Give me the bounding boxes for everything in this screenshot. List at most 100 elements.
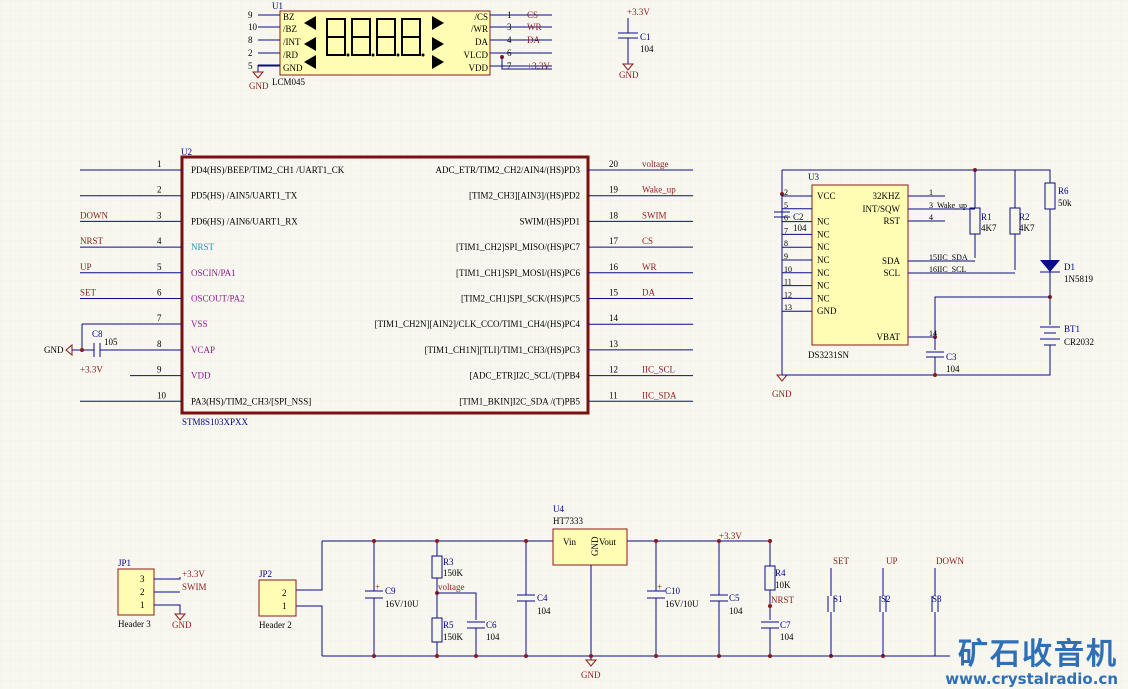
u2-pin-name: [TIM2_CH3][AIN3]/(HS)PD2	[469, 191, 580, 201]
svg-text:+: +	[657, 582, 662, 592]
s1-ref: S1	[833, 594, 843, 604]
u2-pin-num: 1	[157, 159, 162, 169]
jp1-net-gnd: GND	[172, 620, 192, 630]
u3-net-label: Wake_up	[937, 201, 967, 210]
c1-vcc-label: +3.3V	[627, 7, 650, 17]
c4-value: 104	[537, 606, 551, 616]
c2-ref: C2	[793, 212, 804, 222]
u2-pin-name: [TIM1_BKIN]I2C_SDA /(T)PB5	[459, 396, 580, 406]
u2-pin-name: [TIM2_CH1]SPI_SCK/(HS)PC5	[461, 294, 581, 304]
c1-ref: C1	[640, 32, 651, 42]
u3-pin-name: NC	[817, 293, 830, 303]
u1-pin-name: GND	[283, 63, 303, 73]
u2-pin-num: 10	[157, 390, 167, 400]
s3-ref: S3	[932, 594, 942, 604]
u3-net-label: IIC_SCL	[937, 265, 966, 274]
u1-pin-name: /CS	[474, 12, 488, 22]
u3-pin-name: NC	[817, 217, 830, 227]
up-net-label: UP	[886, 556, 898, 566]
jp1-net-swim: SWIM	[182, 582, 207, 592]
d1-value: 1N5819	[1064, 274, 1093, 284]
watermark: 矿石收音机 www.crystalradio.cn	[945, 637, 1118, 688]
u3-gnd-label: GND	[772, 389, 792, 399]
u3-pin-num: 13	[784, 303, 792, 312]
u2-pin-num: 9	[157, 365, 162, 375]
u2-pin-name: PD5(HS) /AIN5/UART1_TX	[191, 191, 298, 201]
c1-value: 104	[640, 44, 654, 54]
r6-ref: R6	[1058, 186, 1069, 196]
u2-pin-name: VCAP	[191, 345, 215, 355]
down-net-label: DOWN	[936, 556, 964, 566]
u3-pin-num: 5	[784, 201, 788, 210]
u3-pin-num: 9	[784, 252, 788, 261]
r3-ref: R3	[443, 557, 454, 567]
r5-ref: R5	[443, 620, 454, 630]
u2-net-label: voltage	[642, 159, 669, 169]
u2-pin-num: 19	[609, 185, 619, 195]
c3-ref: C3	[946, 352, 957, 362]
u3-pin-name: SCL	[883, 268, 900, 278]
r6-value: 50k	[1058, 198, 1072, 208]
u2-pin-name: VDD	[191, 371, 211, 381]
u1-pin-num: 2	[248, 48, 253, 58]
u3-pin-name: RST	[883, 216, 900, 226]
u3-pin-name: NC	[817, 281, 830, 291]
c3-value: 104	[946, 364, 960, 374]
u2-net-label: IIC_SDA	[642, 390, 677, 400]
r2-value: 4K7	[1019, 223, 1035, 233]
set-net-label: SET	[833, 556, 850, 566]
jp1-pin-1: 1	[140, 600, 145, 610]
u2-pin-name: [TIM1_CH2]SPI_MISO/(HS)PC7	[456, 242, 581, 252]
watermark-cn: 矿石收音机	[958, 637, 1118, 672]
jp2-pin-1: 1	[282, 601, 287, 611]
u1-pin-name: BZ	[283, 12, 295, 22]
u3-pin-num: 3	[929, 201, 933, 210]
r1-ref: R1	[981, 212, 992, 222]
u2-net-label: CS	[642, 236, 653, 246]
svg-text:+: +	[375, 582, 380, 592]
u2-net-label: WR	[642, 262, 657, 272]
u3-pin-name: NC	[817, 242, 830, 252]
u2-value: STM8S103XPXX	[182, 417, 249, 427]
u1-pin-num: 3	[507, 22, 512, 32]
u2-pin-name: NRST	[191, 242, 215, 252]
u2-net-label: SET	[80, 288, 97, 298]
u2-pin-num: 11	[609, 390, 618, 400]
u4-ref: U4	[553, 504, 564, 514]
u4-pin-vin: Vin	[563, 537, 576, 547]
u2-pin-name: PD4(HS)/BEEP/TIM2_CH1 /UART1_CK	[191, 165, 345, 175]
u3-pin-name: INT/SQW	[863, 204, 901, 214]
c9-value: 16V/10U	[385, 599, 419, 609]
u4-gnd-label: GND	[581, 670, 601, 680]
u3-pin-num: 12	[784, 290, 792, 299]
c8-value: 105	[104, 337, 118, 347]
c2-value: 104	[793, 223, 807, 233]
u1-pin-name: /BZ	[283, 24, 297, 34]
r2-ref: R2	[1019, 212, 1030, 222]
d1-ref: D1	[1064, 262, 1075, 272]
c1-gnd-label: GND	[619, 70, 639, 80]
c6-ref: C6	[486, 620, 497, 630]
u2-pin-name: ADC_ETR/TIM2_CH2/AIN4/(HS)PD3	[435, 165, 580, 175]
u2-pin-name: PA3(HS)/TIM2_CH3/[SPI_NSS]	[191, 396, 311, 406]
u1-pin-num: 5	[248, 61, 253, 71]
u2-pin-name: [ADC_ETR]I2C_SCL/(T)PB4	[469, 371, 580, 381]
u2-net-label: DA	[642, 288, 655, 298]
u3-pin-num: 2	[784, 188, 788, 197]
c9-ref: C9	[385, 586, 396, 596]
u3-pin-num: 11	[784, 278, 792, 287]
u2-pin-name: [TIM1_CH1N][TLI]/TIM1_CH3/(HS)PC3	[425, 345, 581, 355]
c7-ref: C7	[780, 620, 791, 630]
u2-pin-num: 16	[609, 262, 619, 272]
r3-value: 150K	[443, 568, 464, 578]
bt1-value: CR2032	[1064, 337, 1094, 347]
u3-pin-num: 7	[784, 226, 788, 235]
u2-pin-name: VSS	[191, 319, 208, 329]
u3-value: DS3231SN	[808, 350, 850, 360]
u2-pin-num: 5	[157, 262, 162, 272]
u3-pin-name: NC	[817, 268, 830, 278]
u3-pin-num: 10	[784, 265, 792, 274]
u3-pin-num: 15	[929, 253, 937, 262]
u2-pin-name: [TIM1_CH1]SPI_MOSI/(HS)PC6	[456, 268, 581, 278]
jp1-pin-3: 3	[140, 574, 145, 584]
